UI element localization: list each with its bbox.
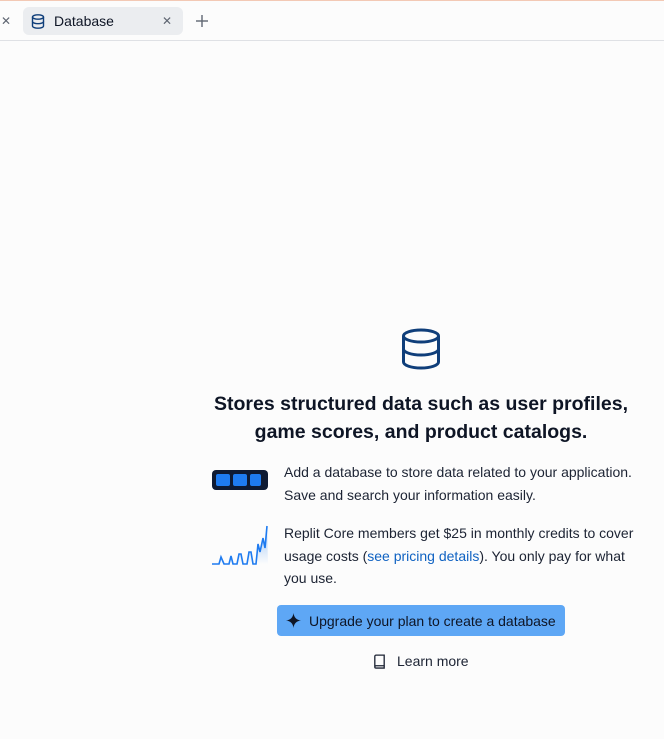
database-pane: ✕ Database ✕ Stores structured data such… — [0, 0, 664, 739]
sparkle-icon — [286, 613, 301, 628]
empty-state-headline: Stores structured data such as user prof… — [214, 393, 628, 443]
upgrade-plan-button[interactable]: Upgrade your plan to create a database — [277, 605, 565, 636]
pricing-details-link[interactable]: see pricing details — [367, 548, 479, 564]
feature-pricing-text: Replit Core members get $25 in monthly c… — [284, 522, 639, 590]
database-icon — [401, 328, 441, 370]
tab-database[interactable]: Database ✕ — [23, 7, 183, 35]
add-tab-icon[interactable] — [192, 11, 212, 31]
battery-storage-icon — [211, 469, 269, 496]
usage-chart-icon — [211, 524, 269, 573]
feature-storage-text: Add a database to store data related to … — [284, 464, 632, 503]
tab-label: Database — [54, 13, 114, 29]
upgrade-plan-label: Upgrade your plan to create a database — [309, 612, 556, 629]
book-icon — [372, 653, 387, 669]
learn-more-link[interactable]: Learn more — [372, 650, 469, 672]
database-icon — [30, 13, 46, 29]
tab-bar: ✕ Database ✕ — [0, 0, 664, 41]
close-icon[interactable]: ✕ — [159, 13, 175, 29]
close-icon[interactable]: ✕ — [0, 11, 12, 31]
learn-more-label: Learn more — [397, 653, 469, 669]
